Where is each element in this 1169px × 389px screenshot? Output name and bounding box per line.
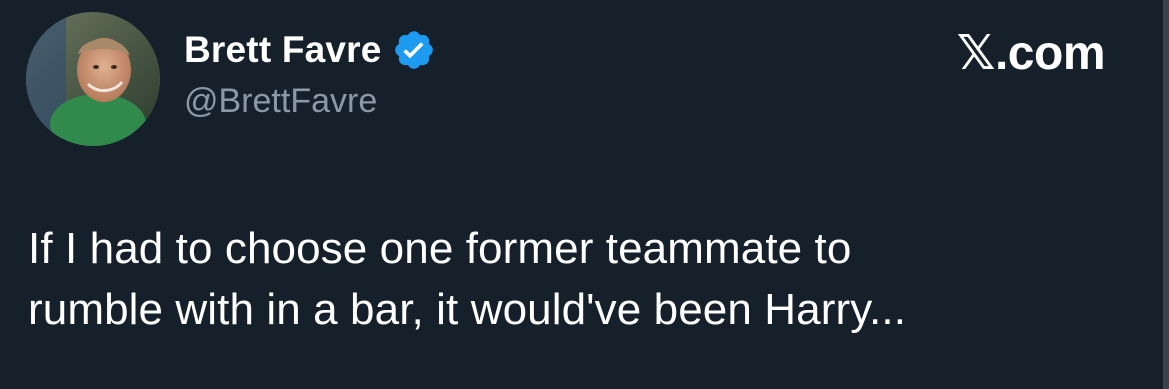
author-display-name[interactable]: Brett Favre [184, 29, 382, 71]
tweet-card: Brett Favre @BrettFavre 𝕏.com If I had t… [0, 0, 1169, 389]
author-name-row[interactable]: Brett Favre [184, 24, 436, 76]
tweet-line: rumble with in a bar, it would've been H… [28, 285, 907, 334]
profile-avatar[interactable] [26, 12, 160, 146]
edge-divider [1163, 0, 1169, 389]
site-label: 𝕏.com [956, 27, 1106, 80]
verified-badge-icon [392, 28, 436, 72]
tweet-text: If I had to choose one former teammate t… [28, 218, 1108, 340]
author-handle[interactable]: @BrettFavre [184, 82, 377, 121]
tweet-line: If I had to choose one former teammate t… [28, 224, 852, 273]
